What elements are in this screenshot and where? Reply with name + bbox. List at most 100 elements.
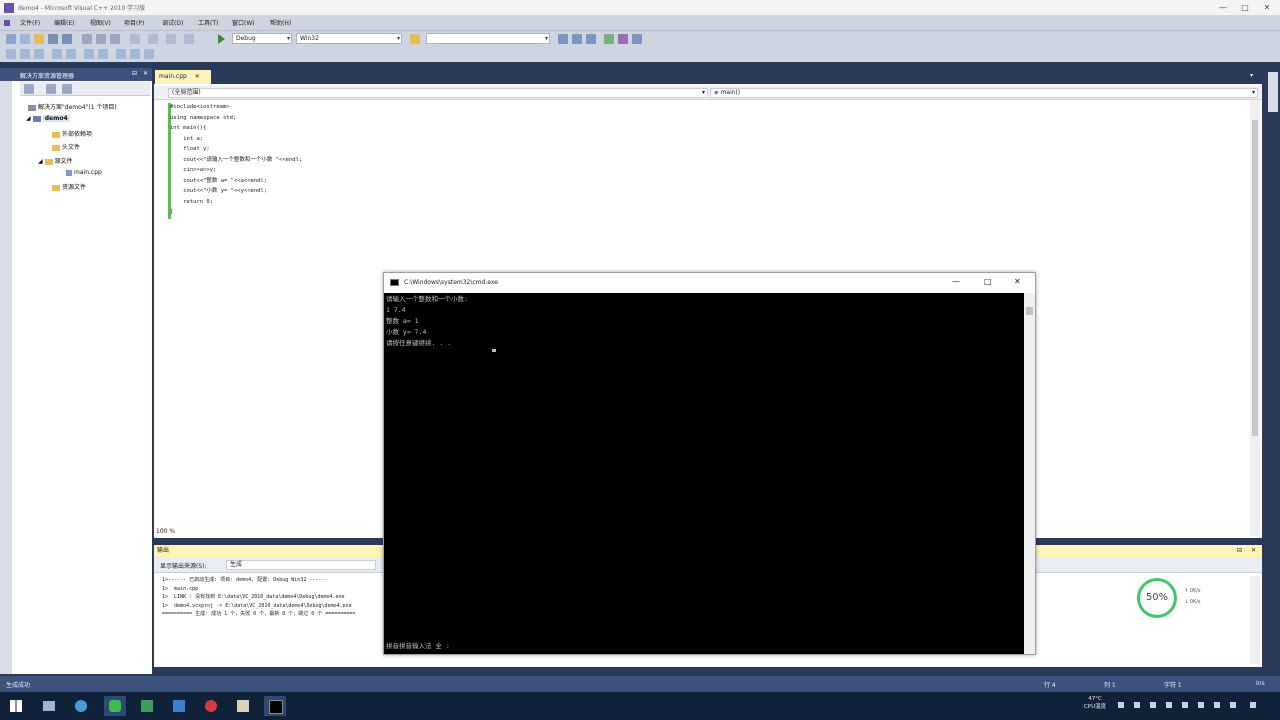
menu-window[interactable]: 窗口(W) [232,18,255,27]
start-debugging-icon[interactable] [218,34,225,44]
code-content[interactable]: #include<iostream> using namespace std; … [170,102,870,218]
properties-icon[interactable] [24,84,34,94]
bookmark-icon[interactable] [116,49,126,59]
tab-main-cpp[interactable]: main.cpp ✕ [155,70,211,84]
navigate-back-icon[interactable] [166,34,176,44]
save-all-icon[interactable] [62,34,72,44]
tab-dropdown-icon[interactable]: ▾ [1250,72,1253,79]
pin-icon[interactable]: ⊟ [1237,545,1242,557]
tray-volume-icon[interactable] [1166,702,1172,708]
tree-project[interactable]: ◢ demo4 [26,115,70,122]
tray-battery-icon[interactable] [1214,702,1220,708]
show-all-files-icon[interactable] [46,84,56,94]
config-select[interactable]: Debug ▾ [232,33,292,44]
expand-icon[interactable]: ◢ [38,158,43,165]
output-scrollbar[interactable] [1250,576,1260,664]
cpu-gauge[interactable]: 50% [1137,578,1177,618]
new-project-icon[interactable] [6,34,16,44]
platform-select[interactable]: Win32 ▾ [296,33,402,44]
mail-taskbar-icon[interactable] [168,696,190,716]
properties-side-tab[interactable] [1268,72,1278,112]
tray-wechat-icon[interactable] [1182,702,1188,708]
refresh-icon[interactable] [62,84,72,94]
paste-icon[interactable] [110,34,120,44]
function-select[interactable]: ◆ main() ▾ [710,88,1258,98]
comment-icon[interactable] [84,49,94,59]
tree-source-files[interactable]: ◢ 源文件 [38,156,73,165]
editor-vertical-scrollbar[interactable] [1250,100,1260,536]
scope-select[interactable]: (全局范围) ▾ [168,88,708,98]
cmd-console[interactable]: 请输入一个整数和一个小数: 1 7.4 整数 a= 1 小数 y= 7.4 请按… [384,293,1024,654]
list-members-icon[interactable] [20,49,30,59]
record-taskbar-icon[interactable] [200,696,222,716]
uncomment-icon[interactable] [98,49,108,59]
tree-solution[interactable]: 解决方案"demo4"(1 个项目) [28,102,117,111]
left-side-tab[interactable] [0,80,12,674]
save-icon[interactable] [48,34,58,44]
prev-bookmark-icon[interactable] [130,49,140,59]
tray-app-icon[interactable] [1198,702,1204,708]
minimize-button[interactable]: — [1216,2,1230,14]
notepad-taskbar-icon[interactable] [232,696,254,716]
redo-icon[interactable] [148,34,158,44]
info-icon[interactable] [6,49,16,59]
scroll-thumb[interactable] [1026,307,1033,315]
options-icon[interactable] [632,34,642,44]
sheet-taskbar-icon[interactable] [136,696,158,716]
toolbox-icon[interactable] [604,34,614,44]
menu-project[interactable]: 项目(P) [124,18,144,27]
close-icon[interactable]: ✕ [1251,545,1256,557]
tree-main-cpp[interactable]: main.cpp [66,169,102,176]
properties-icon[interactable] [572,34,582,44]
cmd-title-bar[interactable]: C:\Windows\system32\cmd.exe — □ ✕ [384,273,1035,293]
maximize-button[interactable]: □ [1238,2,1252,14]
output-source-select[interactable]: 生成 [226,560,376,570]
cut-icon[interactable] [82,34,92,44]
cmd-scrollbar[interactable] [1024,293,1035,654]
close-icon[interactable]: ✕ [143,70,148,77]
tray-expand-icon[interactable] [1118,702,1124,708]
tray-clock-icon[interactable] [1230,702,1236,708]
decrease-indent-icon[interactable] [52,49,62,59]
object-browser-icon[interactable] [586,34,596,44]
extension-icon[interactable] [618,34,628,44]
add-item-icon[interactable] [20,34,30,44]
start-icon[interactable] [10,700,22,712]
tray-ime-icon[interactable] [1134,702,1140,708]
next-bookmark-icon[interactable] [144,49,154,59]
pin-icon[interactable]: ⊟ [132,70,137,77]
open-icon[interactable] [34,34,44,44]
param-info-icon[interactable] [34,49,44,59]
menu-tools[interactable]: 工具(T) [198,18,218,27]
menu-help[interactable]: 帮助(H) [270,18,291,27]
navigate-forward-icon[interactable] [184,34,194,44]
notification-icon[interactable] [1250,702,1256,708]
find-in-files-icon[interactable] [410,34,420,44]
tree-header-files[interactable]: 头文件 [52,142,80,151]
close-button[interactable]: ✕ [1260,2,1274,14]
zoom-level[interactable]: 100 % [156,528,175,535]
wechat-taskbar-icon[interactable] [104,696,126,716]
tree-external-deps[interactable]: 外部依赖项 [52,129,92,138]
menu-debug[interactable]: 调试(D) [162,18,183,27]
scroll-thumb[interactable] [1252,120,1258,436]
increase-indent-icon[interactable] [66,49,76,59]
cmd-taskbar-icon[interactable] [264,696,286,716]
cmd-maximize-button[interactable]: □ [984,277,992,286]
find-combo[interactable]: ▾ [426,33,550,44]
menu-view[interactable]: 视图(V) [90,18,111,27]
cmd-minimize-button[interactable]: — [952,277,960,286]
menu-file[interactable]: 文件(F) [20,18,40,27]
browser-taskbar-icon[interactable] [70,696,92,716]
undo-icon[interactable] [130,34,140,44]
tray-network-icon[interactable] [1150,702,1156,708]
close-icon[interactable]: ✕ [195,73,200,80]
solution-explorer-icon[interactable] [558,34,568,44]
file-explorer-taskbar-icon[interactable] [38,696,60,716]
tree-resource-files[interactable]: 资源文件 [52,182,86,191]
cpu-temp-widget[interactable]: 47°C CPU温度 [1080,696,1110,710]
expand-icon[interactable]: ◢ [26,115,31,122]
copy-icon[interactable] [96,34,106,44]
menu-edit[interactable]: 编辑(E) [54,18,74,27]
output-text[interactable]: 1>------ 已启动生成: 项目: demo4, 配置: Debug Win… [162,576,392,619]
